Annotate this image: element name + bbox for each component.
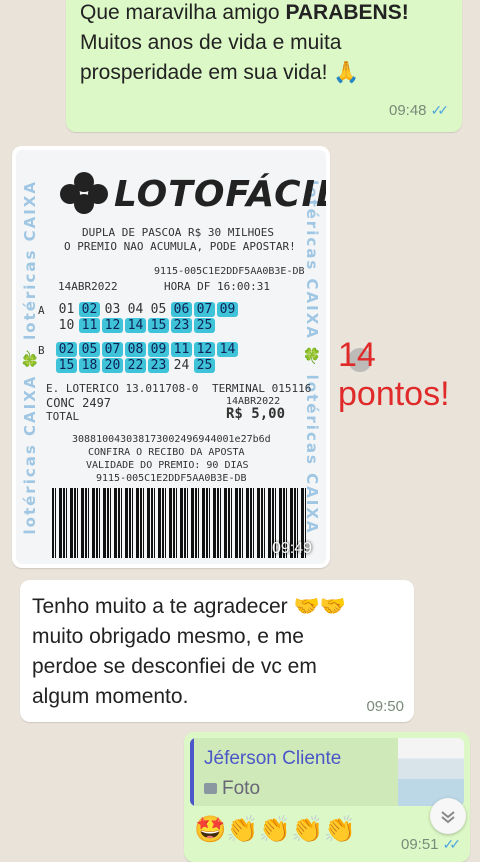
photo-message-lottery-ticket[interactable]: lotéricas CAIXA 🍀 lotéricas CAIXA lotéri… [12, 146, 330, 568]
ticket-number: 07 [194, 302, 215, 317]
ticket-conc: CONC 2497 [46, 396, 112, 410]
ticket-code: 9115-005C1E2DDF5AA0B3E-DB [154, 266, 305, 277]
ticket-number: 12 [102, 318, 123, 333]
ticket-terminal: TERMINAL 015116 [212, 382, 312, 395]
reply-emojis: 🤩👏👏👏👏 [194, 814, 356, 844]
ticket-number: 15 [56, 358, 77, 373]
ticket-promo-line: DUPLA DE PASCOA R$ 30 MILHOES [82, 226, 275, 239]
ticket-validade: VALIDADE DO PREMIO: 90 DIAS [86, 460, 249, 471]
ticket-number: 11 [171, 342, 192, 357]
ticket-number: 01 [58, 302, 75, 317]
image-icon [204, 783, 217, 794]
ticket-total-label: TOTAL [46, 410, 80, 423]
message-line: algum momento. [32, 685, 189, 708]
ticket-number: 11 [79, 318, 100, 333]
ticket-number: 09 [148, 342, 169, 357]
quote-author: Jéferson Cliente [204, 748, 342, 769]
ticket-number: 04 [127, 302, 144, 317]
ticket-promo-line: O PREMIO NAO ACUMULA, PODE APOSTAR! [64, 240, 296, 253]
ticket-total-value: R$ 5,00 [226, 406, 286, 422]
ticket-number: 23 [148, 358, 169, 373]
ticket-number: 12 [194, 342, 215, 357]
ticket-number: 02 [79, 302, 100, 317]
ticket-code-bottom: 9115-005C1E2DDF5AA0B3E-DB [96, 473, 247, 484]
lottery-ticket-image[interactable]: lotéricas CAIXA 🍀 lotéricas CAIXA lotéri… [16, 150, 326, 564]
ticket-number: 09 [217, 302, 238, 317]
message-line: Muitos anos de vida e muita [80, 31, 342, 54]
ticket-number: 18 [79, 358, 100, 373]
ticket-number: 25 [194, 318, 215, 333]
ticket-number: 05 [79, 342, 100, 357]
ticket-number: 10 [58, 318, 75, 333]
message-line: perdoe se desconfiei de vc em [32, 655, 317, 678]
message-line: Tenho muito a te agradecer 🤝🤝 [32, 595, 346, 618]
game-a-row: 10 11 12 14 15 23 25 [56, 318, 215, 333]
message-line: Que maravilha amigo PARABENS! [80, 1, 409, 24]
game-a-row: 01 02 03 04 05 06 07 09 [56, 302, 238, 317]
pray-emoji: 🙏 [333, 61, 360, 84]
ticket-hour: HORA DF 16:00:31 [164, 280, 270, 293]
ticket-number: 07 [102, 342, 123, 357]
ticket-number: 14 [125, 318, 146, 333]
ticket-confira: CONFIRA O RECIBO DA APOSTA [88, 447, 245, 458]
handshake-emoji: 🤝🤝 [293, 595, 346, 618]
points-annotation: 14 pontos! [338, 336, 450, 413]
ticket-number: 06 [171, 302, 192, 317]
quote-label-row: Foto [204, 778, 260, 800]
ticket-number: 23 [171, 318, 192, 333]
ticket-number: 02 [56, 342, 77, 357]
game-b-row: 02 05 07 08 09 11 12 14 [56, 342, 238, 357]
outgoing-message-congrats[interactable]: Que maravilha amigo PARABENS! Muitos ano… [66, 0, 462, 132]
game-b-row: 15 18 20 22 23 24 25 [56, 358, 215, 373]
ticket-number: 22 [125, 358, 146, 373]
game-label: B [38, 344, 45, 357]
chevron-down-icon [441, 811, 455, 824]
outgoing-message-reply[interactable]: Jéferson Cliente Foto 🤩👏👏👏👏 09:51 ✓✓ [184, 732, 470, 862]
ticket-number: 20 [102, 358, 123, 373]
ticket-number: 25 [194, 358, 215, 373]
ticket-number: 24 [173, 358, 190, 373]
message-timestamp: 09:50 [366, 698, 404, 715]
ticket-number: 05 [150, 302, 167, 317]
quote-thumbnail [398, 738, 464, 806]
read-ticks-icon: ✓✓ [430, 102, 450, 118]
message-line: prosperidade em sua vida! 🙏 [80, 61, 360, 84]
ticket-date: 14ABR2022 [58, 280, 118, 293]
message-timestamp: 09:48 ✓✓ [388, 102, 450, 119]
incoming-message-thanks[interactable]: Tenho muito a te agradecer 🤝🤝 muito obri… [20, 580, 414, 722]
quote-bar [190, 738, 194, 806]
ticket-hash: 308810043038173002496944001e27b6d [72, 434, 271, 445]
message-timestamp: 09:51 ✓✓ [400, 836, 462, 853]
lotofacil-logo: LOTOFÁCIL [60, 172, 326, 216]
ticket-number: 14 [217, 342, 238, 357]
quoted-message[interactable]: Jéferson Cliente Foto [190, 738, 464, 806]
barcode [52, 488, 306, 558]
ticket-number: 08 [125, 342, 146, 357]
read-ticks-icon: ✓✓ [442, 836, 462, 852]
message-line: muito obrigado mesmo, e me [32, 625, 304, 648]
ticket-number: 03 [104, 302, 121, 317]
scroll-down-button[interactable] [430, 798, 466, 834]
game-label: A [38, 304, 45, 317]
clover-icon [60, 172, 110, 216]
ticket-number: 15 [148, 318, 169, 333]
ticket-loterico: E. LOTERICO 13.011708-0 [46, 382, 199, 395]
photo-timestamp: 09:49 [271, 540, 312, 557]
ticket-side-band: lotéricas CAIXA 🍀 lotéricas CAIXA [21, 179, 39, 535]
